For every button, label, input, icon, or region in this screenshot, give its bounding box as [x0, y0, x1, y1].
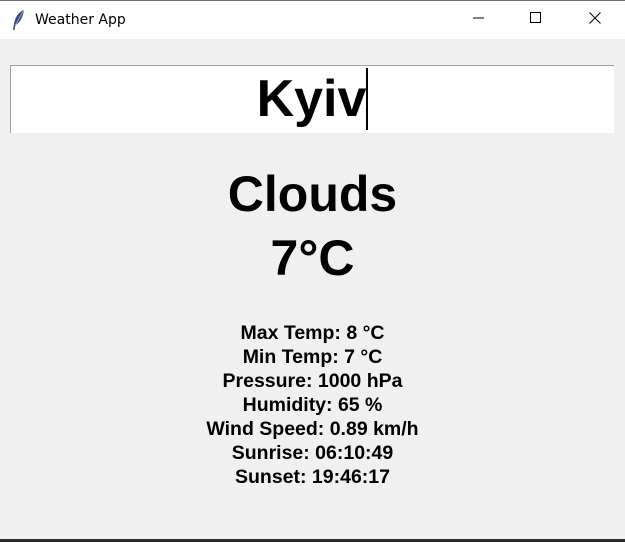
city-input-text: Kyiv: [256, 70, 367, 128]
sunset-label: Sunset: 19:46:17: [235, 466, 390, 488]
sunrise-label: Sunrise: 06:10:49: [231, 442, 394, 464]
text-caret: [366, 68, 369, 130]
window-title: Weather App: [35, 12, 126, 28]
max-temp-label: Max Temp: 8 °C: [240, 322, 385, 344]
pressure-label: Pressure: 1000 hPa: [222, 370, 403, 392]
min-temp-label: Min Temp: 7 °C: [242, 346, 383, 368]
feather-icon: [12, 9, 26, 31]
minimize-button[interactable]: [450, 1, 508, 39]
current-temperature: 7°C: [270, 230, 355, 286]
weather-details: Max Temp: 8 °C Min Temp: 7 °C Pressure: …: [0, 321, 625, 489]
close-icon: [589, 11, 601, 29]
close-button[interactable]: [566, 1, 624, 39]
weather-condition: Clouds: [227, 166, 398, 222]
app-window: Weather App Kyiv Clouds 7°C Max Temp: 8 …: [0, 0, 625, 539]
minimize-icon: [473, 11, 485, 29]
maximize-button[interactable]: [507, 1, 565, 39]
city-search-input[interactable]: Kyiv: [10, 65, 614, 133]
wind-speed-label: Wind Speed: 0.89 km/h: [206, 418, 419, 440]
maximize-icon: [530, 11, 542, 29]
title-bar[interactable]: Weather App: [0, 1, 625, 39]
humidity-label: Humidity: 65 %: [242, 394, 383, 416]
